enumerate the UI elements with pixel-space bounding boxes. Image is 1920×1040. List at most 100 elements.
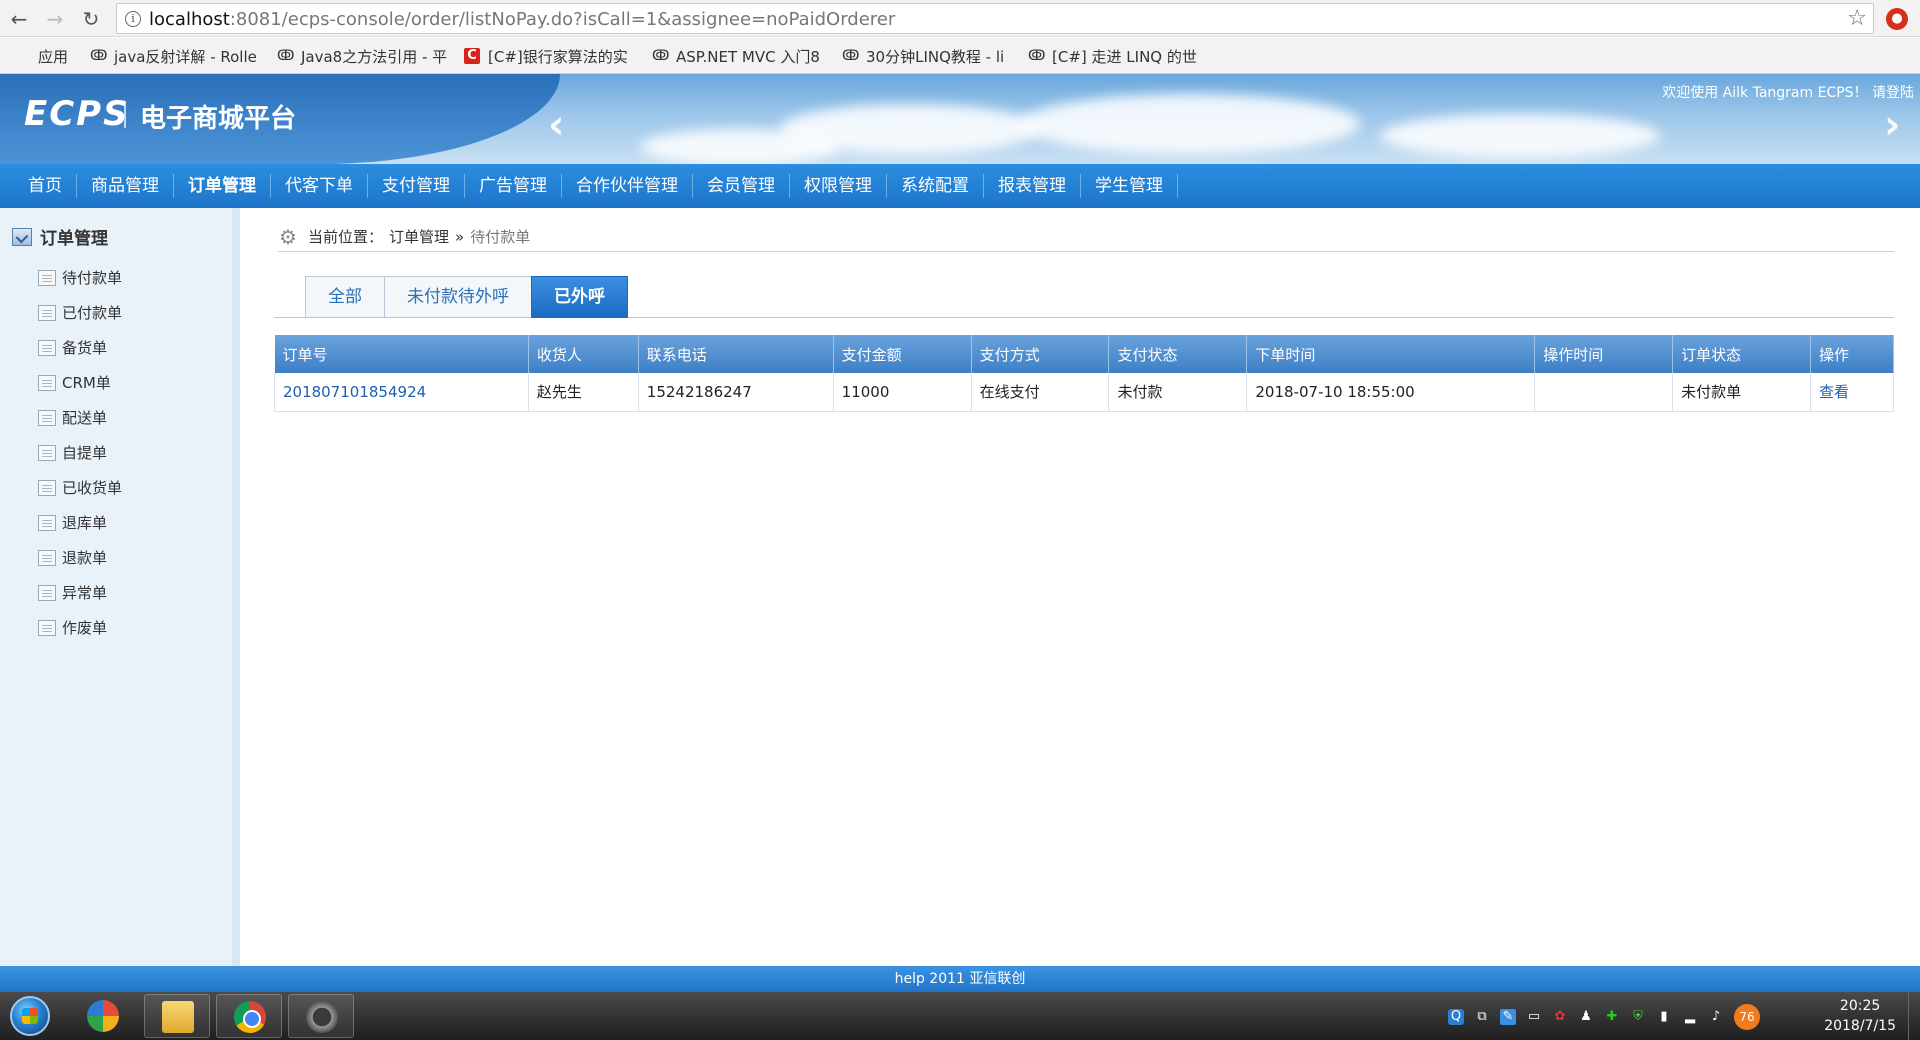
plus-icon[interactable]: ✚ [1604, 1009, 1620, 1025]
bookmark-item[interactable]: ↂ Java8之方法引用 - 平 [277, 46, 447, 66]
extension-icon[interactable]: ● [1886, 8, 1908, 30]
breadcrumb-current: 待付款单 [470, 228, 531, 246]
info-icon[interactable]: i [125, 11, 141, 27]
start-button[interactable] [10, 996, 50, 1036]
nav-item-orders[interactable]: 订单管理 [174, 174, 271, 198]
tab-all[interactable]: 全部 [305, 276, 384, 318]
bookmark-label: 应用 [38, 47, 69, 66]
sidebar-item-refund[interactable]: 退款单 [38, 540, 122, 575]
shield-icon[interactable]: ⛨ [1630, 1009, 1646, 1025]
network-share-icon[interactable]: ⧉ [1474, 1009, 1490, 1025]
bookmark-star-icon[interactable]: ☆ [1847, 6, 1867, 31]
sidebar-item-label: 已付款单 [62, 304, 123, 322]
banner-prev-icon[interactable]: ‹ [548, 102, 564, 148]
pay-method-cell: 在线支付 [970, 373, 1110, 412]
order-number-link[interactable]: 201807101854924 [274, 373, 529, 412]
sidebar-item-exception[interactable]: 异常单 [38, 575, 122, 610]
sidebar-item-label: 自提单 [62, 444, 108, 462]
bookmark-item[interactable]: ↂ ASP.NET MVC 入门8 [652, 46, 820, 66]
bookmark-item[interactable]: C [C#]银行家算法的实 [464, 46, 628, 66]
nav-item-students[interactable]: 学生管理 [1081, 174, 1178, 198]
view-link[interactable]: 查看 [1810, 373, 1894, 412]
signal-icon[interactable]: ▂ [1682, 1009, 1698, 1025]
banner-next-icon[interactable]: › [1884, 102, 1900, 148]
sidebar-item-pending-payment[interactable]: 待付款单 [38, 260, 122, 295]
url-text[interactable]: localhost:8081/ecps-console/order/listNo… [149, 9, 895, 30]
document-icon [38, 479, 56, 496]
clock[interactable]: 20:25 2018/7/15 [1824, 996, 1896, 1036]
note-icon[interactable]: ✎ [1500, 1009, 1516, 1025]
nav-item-payment[interactable]: 支付管理 [368, 174, 465, 198]
document-icon [38, 549, 56, 566]
address-bar[interactable]: i localhost:8081/ecps-console/order/list… [116, 3, 1874, 34]
show-desktop-button[interactable] [1908, 992, 1920, 1040]
welcome-text[interactable]: 欢迎使用 Ailk Tangram ECPS！ 请登陆 [1662, 82, 1914, 102]
tab-unpaid-to-call[interactable]: 未付款待外呼 [384, 276, 531, 318]
document-icon [38, 584, 56, 601]
column-header[interactable]: 操作 [1810, 335, 1894, 373]
bookmark-item[interactable]: ↂ java反射详解 - Rolle [90, 46, 257, 66]
volume-icon[interactable]: ♪ [1708, 1009, 1724, 1025]
sidebar-item-paid[interactable]: 已付款单 [38, 295, 122, 330]
csdn-icon: ↂ [1028, 48, 1046, 64]
column-header[interactable]: 订单状态 [1672, 335, 1812, 373]
column-header[interactable]: 订单号 [274, 335, 529, 373]
display-icon[interactable]: ▭ [1526, 1009, 1542, 1025]
forward-arrow-icon[interactable]: → [42, 6, 68, 32]
security-badge[interactable]: 76 [1734, 1004, 1760, 1030]
penguin-icon[interactable]: ♟ [1578, 1009, 1594, 1025]
folder-icon [162, 1001, 194, 1033]
nav-item-reports[interactable]: 报表管理 [984, 174, 1081, 198]
sidebar-item-label: CRM单 [62, 374, 111, 392]
nav-item-settings[interactable]: 系统配置 [887, 174, 984, 198]
reload-icon[interactable]: ↻ [78, 6, 104, 32]
sidebar-item-delivery[interactable]: 配送单 [38, 400, 122, 435]
receiver-cell: 赵先生 [527, 373, 639, 412]
apps-icon [14, 48, 30, 64]
orders-table: 订单号 收货人 联系电话 支付金额 支付方式 支付状态 下单时间 操作时间 订单… [274, 335, 1894, 412]
column-header[interactable]: 支付方式 [971, 335, 1110, 373]
nav-item-ads[interactable]: 广告管理 [465, 174, 562, 198]
main-nav: 首页 商品管理 订单管理 代客下单 支付管理 广告管理 合作伙伴管理 会员管理 … [0, 164, 1920, 208]
nav-item-home[interactable]: 首页 [14, 174, 77, 198]
bookmark-item[interactable]: ↂ [C#] 走进 LINQ 的世 [1028, 46, 1197, 66]
clock-date: 2018/7/15 [1824, 1018, 1896, 1034]
op-time-cell [1534, 373, 1674, 412]
nav-item-permissions[interactable]: 权限管理 [790, 174, 887, 198]
breadcrumb-parent[interactable]: 订单管理 [389, 226, 449, 247]
back-arrow-icon[interactable]: ← [6, 6, 32, 32]
document-icon [38, 409, 56, 426]
sidebar-item-received[interactable]: 已收货单 [38, 470, 122, 505]
tab-called[interactable]: 已外呼 [531, 276, 628, 318]
taskbar-explorer[interactable] [144, 994, 210, 1038]
nav-item-proxy-order[interactable]: 代客下单 [271, 174, 368, 198]
column-header[interactable]: 联系电话 [638, 335, 834, 373]
sidebar-item-return-stock[interactable]: 退库单 [38, 505, 122, 540]
nav-item-partners[interactable]: 合作伙伴管理 [562, 174, 693, 198]
c-icon: C [464, 48, 480, 64]
taskbar-eclipse[interactable] [288, 994, 354, 1038]
sidebar-item-self-pickup[interactable]: 自提单 [38, 435, 122, 470]
nav-item-products[interactable]: 商品管理 [77, 174, 174, 198]
sidebar-item-stocking[interactable]: 备货单 [38, 330, 122, 365]
sidebar-item-void[interactable]: 作废单 [38, 610, 122, 645]
bookmark-apps[interactable]: 应用 [14, 46, 68, 66]
filter-tabs: 全部 未付款待外呼 已外呼 [305, 276, 628, 318]
column-header[interactable]: 支付金额 [833, 335, 972, 373]
sidebar-item-label: 待付款单 [62, 269, 123, 287]
column-header[interactable]: 操作时间 [1534, 335, 1674, 373]
paw-icon[interactable]: ✿ [1552, 1009, 1568, 1025]
column-header[interactable]: 下单时间 [1246, 335, 1536, 373]
battery-icon[interactable]: ▮ [1656, 1009, 1672, 1025]
nav-item-members[interactable]: 会员管理 [693, 174, 790, 198]
app-header: ECPS 电子商城平台 ‹ › 欢迎使用 Ailk Tangram ECPS！ … [0, 74, 1920, 164]
qq-icon[interactable]: Q [1448, 1009, 1464, 1025]
taskbar-chrome[interactable] [216, 994, 282, 1038]
taskbar-gallery-app[interactable] [70, 994, 136, 1038]
bookmark-item[interactable]: ↂ 30分钟LINQ教程 - li [842, 46, 1004, 66]
column-header[interactable]: 收货人 [528, 335, 639, 373]
logo-divider [124, 102, 126, 128]
bookmark-label: Java8之方法引用 - 平 [301, 47, 448, 66]
column-header[interactable]: 支付状态 [1108, 335, 1248, 373]
sidebar-item-crm[interactable]: CRM单 [38, 365, 122, 400]
